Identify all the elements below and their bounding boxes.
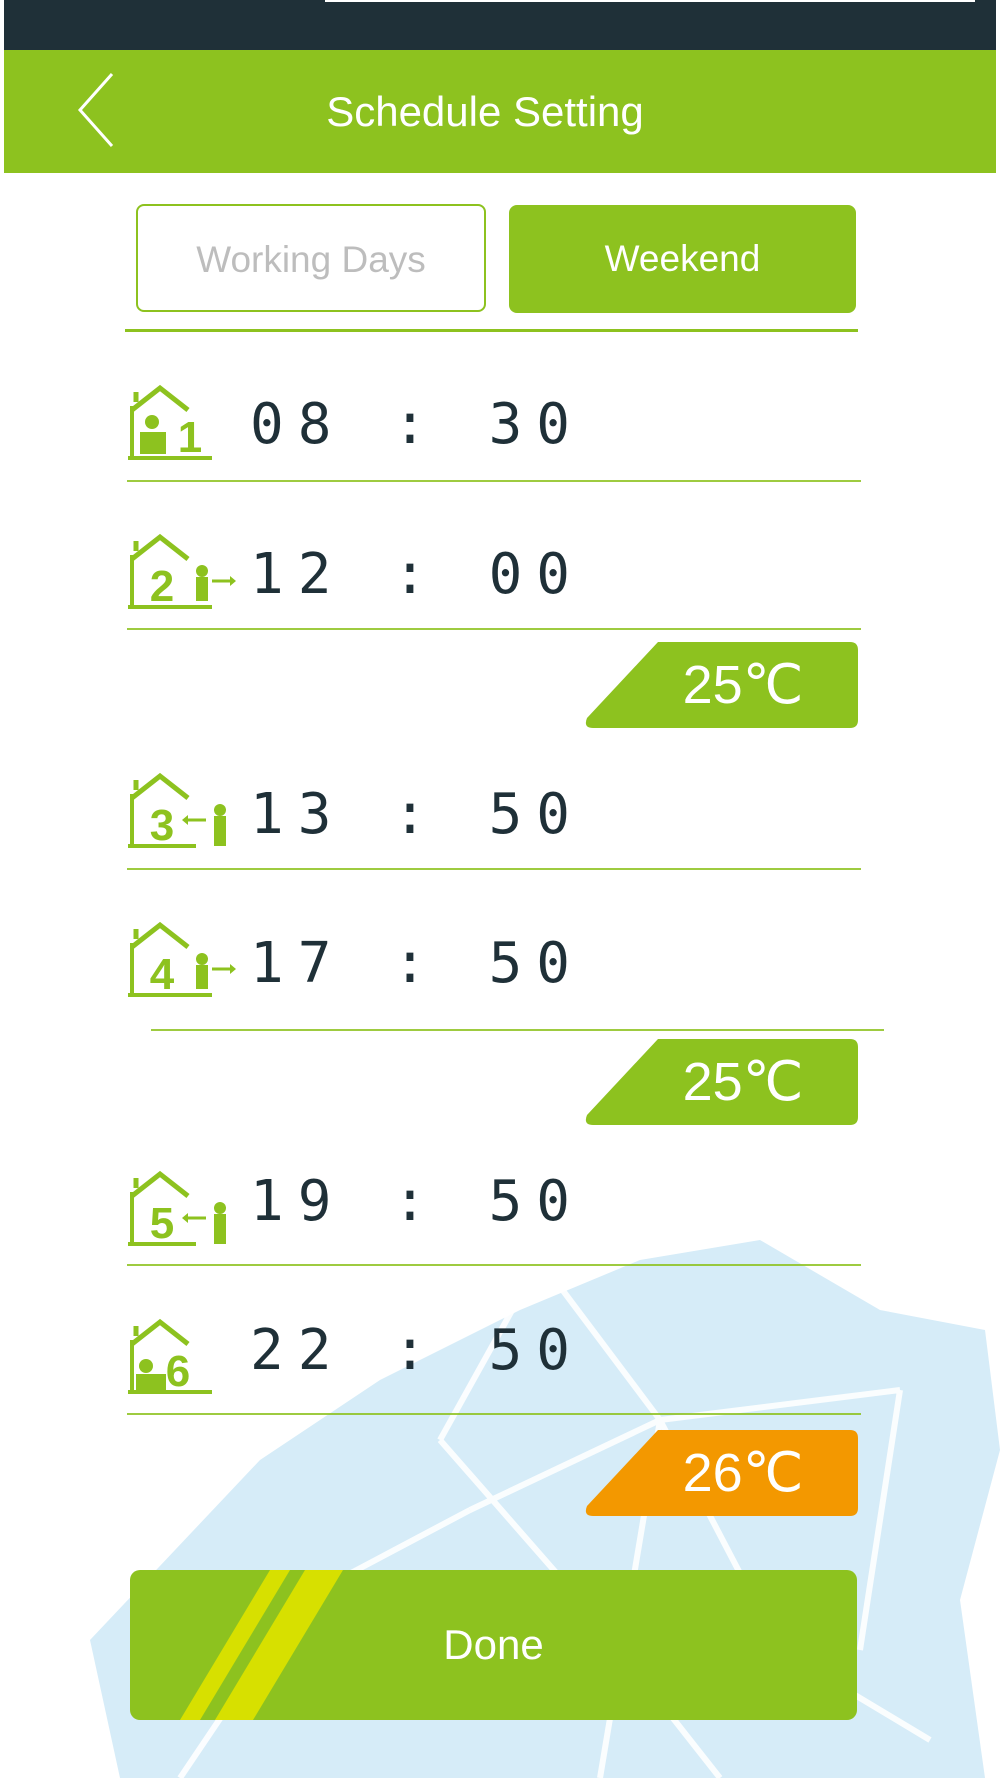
- period-number: 3: [150, 801, 174, 850]
- tabs-divider: [125, 329, 858, 332]
- period-number: 5: [150, 1199, 174, 1248]
- temperature-value: 25℃: [682, 655, 804, 715]
- home-return-icon: 3: [128, 772, 226, 850]
- period-number: 4: [150, 950, 175, 999]
- period-number: 2: [150, 562, 174, 611]
- home-return-icon: 5: [128, 1170, 226, 1248]
- row-divider: [127, 868, 861, 870]
- period-number: 6: [166, 1347, 190, 1396]
- period-5-time[interactable]: 19 : 50: [250, 1169, 584, 1234]
- done-button[interactable]: Done: [130, 1570, 857, 1720]
- home-wake-icon: 1: [128, 384, 212, 462]
- tab-weekend[interactable]: Weekend: [509, 205, 856, 313]
- home-leave-icon: 4: [128, 921, 236, 999]
- temperature-value: 26℃: [682, 1443, 804, 1503]
- row-divider: [127, 480, 861, 482]
- row-divider: [127, 1264, 861, 1266]
- done-button-label: Done: [443, 1621, 544, 1668]
- status-bar: [4, 0, 996, 50]
- period-4-time[interactable]: 17 : 50: [250, 931, 584, 996]
- period-6-time[interactable]: 22 : 50: [250, 1318, 584, 1383]
- row-divider: [151, 1029, 884, 1031]
- period-number: 1: [178, 413, 202, 462]
- temperature-value: 25℃: [682, 1052, 804, 1112]
- tab-working-days[interactable]: Working Days: [136, 204, 486, 312]
- back-button[interactable]: [72, 70, 132, 150]
- status-bar-strip: [325, 0, 975, 2]
- temperature-badge[interactable]: 25℃: [583, 642, 858, 728]
- chevron-left-icon: [77, 73, 114, 147]
- period-2-time[interactable]: 12 : 00: [250, 542, 584, 607]
- home-sleep-icon: 6: [128, 1318, 212, 1396]
- row-divider: [127, 628, 861, 630]
- period-3-time[interactable]: 13 : 50: [250, 782, 584, 847]
- temperature-badge[interactable]: 25℃: [583, 1039, 858, 1125]
- page-title: Schedule Setting: [326, 88, 644, 135]
- row-divider: [127, 1413, 861, 1415]
- period-1-time[interactable]: 08 : 30: [250, 392, 584, 457]
- temperature-badge[interactable]: 26℃: [583, 1430, 858, 1516]
- home-leave-icon: 2: [128, 533, 236, 611]
